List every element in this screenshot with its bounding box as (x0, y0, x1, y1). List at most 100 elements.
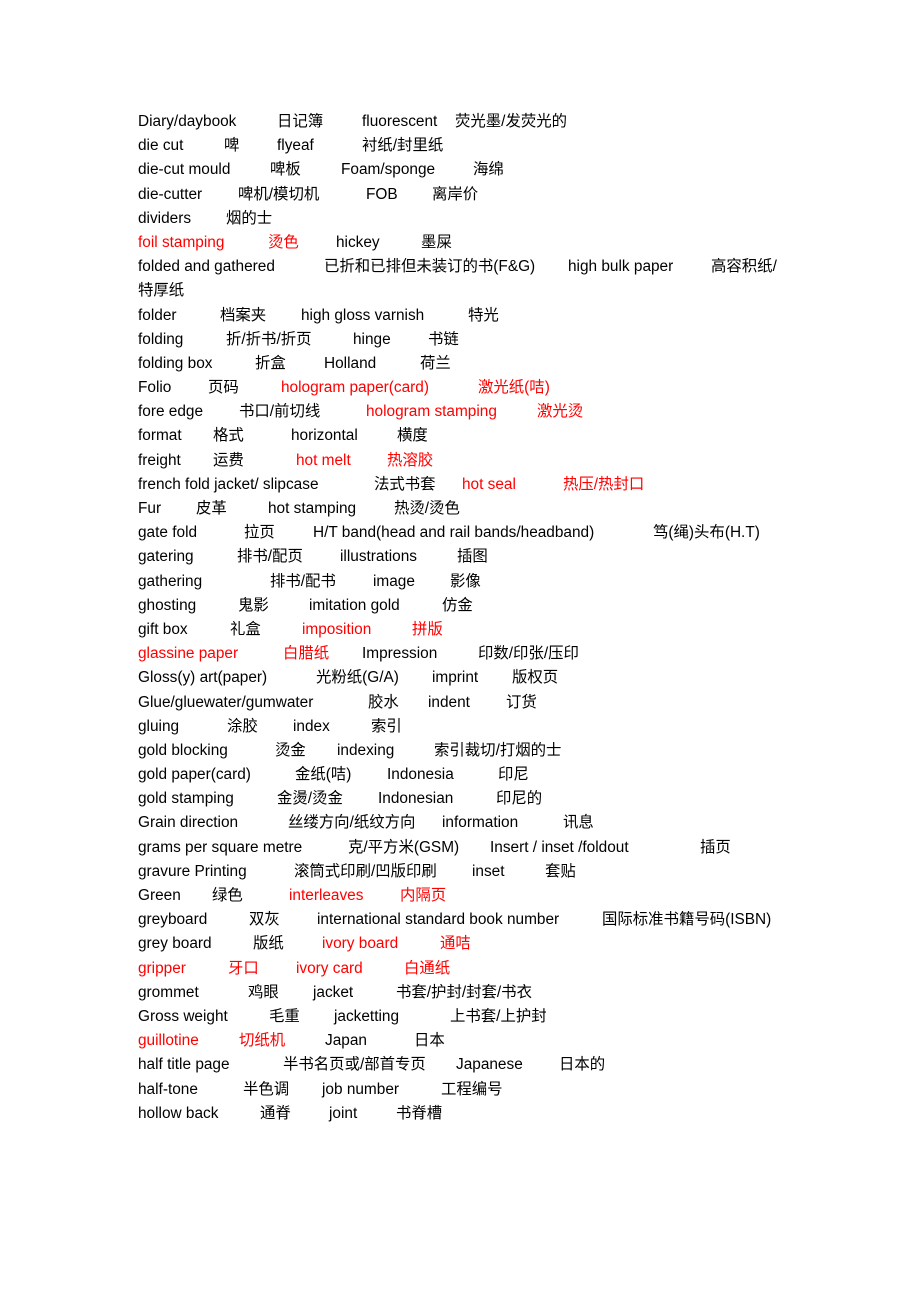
glossary-line: gift box 礼盒 imposition 拼版 (0, 618, 920, 642)
glossary-term: glassine paper (138, 645, 239, 663)
glossary-term: 通脊 (260, 1104, 291, 1122)
glossary-term: indexing (337, 741, 395, 759)
glossary-term: 笃(绳)头布(H.T) (653, 524, 760, 542)
glossary-term: hickey (336, 233, 380, 251)
glossary-term: 激光烫 (537, 403, 584, 421)
glossary-term: gate fold (138, 524, 198, 542)
glossary-line: half title page 半书名页或/部首专页 Japanese 日本的 (0, 1053, 920, 1077)
glossary-term: folded and gathered (138, 258, 275, 276)
glossary-term: 版纸 (253, 935, 284, 953)
glossary-term: grey board (138, 935, 212, 953)
glossary-term: 鸡眼 (248, 983, 279, 1001)
glossary-term: Japan (325, 1032, 367, 1050)
glossary-line: ghosting 鬼影 imitation gold 仿金 (0, 594, 920, 618)
glossary-term: die cut (138, 137, 184, 155)
glossary-term: 烟的士 (226, 209, 273, 227)
glossary-term: Impression (362, 645, 438, 663)
glossary-term: Folio (138, 379, 172, 397)
glossary-term: 书脊槽 (396, 1104, 443, 1122)
glossary-term: 荧光墨/发荧光的 (455, 113, 568, 130)
glossary-line: gravure Printing 滚筒式印刷/凹版印刷 inset 套贴 (0, 860, 920, 884)
glossary-term: gold paper(card) (138, 766, 251, 784)
glossary-term: 书链 (428, 330, 459, 348)
glossary-line: grey board 版纸 ivory board 通咭 (0, 932, 920, 956)
glossary-term: job number (322, 1080, 399, 1098)
glossary-term: 书口/前切线 (239, 403, 321, 421)
glossary-term: 印数/印张/压印 (478, 645, 579, 663)
glossary-term: gold stamping (138, 790, 234, 808)
glossary-line: die-cutter 啤机/模切机 FOB 离岸价 (0, 183, 920, 207)
glossary-body: Diary/daybook 日记簿 fluorescent 荧光墨/发荧光的 die c… (0, 110, 920, 1126)
glossary-line: Glue/gluewater/gumwater 胶水 indent 订货 (0, 691, 920, 715)
glossary-term: illustrations (340, 548, 417, 566)
glossary-line: dividers 烟的士 (0, 207, 920, 231)
glossary-term: 毛重 (269, 1007, 300, 1025)
glossary-term: index (293, 717, 330, 735)
glossary-term: 插图 (457, 548, 488, 566)
glossary-line: gluing 涂胶 index 索引 (0, 715, 920, 739)
glossary-term: 离岸价 (432, 185, 479, 203)
glossary-line: guillotine 切纸机 Japan 日本 (0, 1029, 920, 1053)
glossary-term: flyeaf (277, 137, 314, 155)
glossary-term: 绿色 (212, 887, 243, 904)
glossary-line: greyboard 双灰 international standard book n… (0, 908, 920, 932)
glossary-term: 讯息 (563, 814, 594, 832)
glossary-term: 金纸(咭) (295, 766, 352, 784)
glossary-term: 热烫/烫色 (394, 500, 460, 517)
glossary-term: gatering (138, 548, 194, 566)
glossary-term: 印尼的 (496, 790, 543, 808)
glossary-term: gift box (138, 620, 188, 638)
glossary-term: die-cutter (138, 185, 203, 203)
document-page: Diary/daybook 日记簿 fluorescent 荧光墨/发荧光的 die c… (0, 0, 920, 1302)
glossary-line: Folio 页码 hologram paper(card) 激光纸(咭) (0, 376, 920, 400)
glossary-term: 滚筒式印刷/凹版印刷 (294, 862, 437, 880)
glossary-term: gold blocking (138, 741, 228, 759)
glossary-line: hollow back 通脊 joint 书脊槽 (0, 1102, 920, 1126)
glossary-term: 光粉纸(G/A) (316, 669, 399, 687)
glossary-term: Gloss(y) art(paper) (138, 669, 268, 687)
glossary-term: indent (428, 693, 470, 711)
glossary-term: gluing (138, 717, 180, 735)
glossary-term: 丝缕方向/纸纹方向 (288, 814, 416, 832)
glossary-term: 页码 (208, 379, 239, 397)
glossary-term: fluorescent (362, 113, 438, 130)
glossary-term: 索引 (371, 717, 402, 735)
glossary-term: 啤板 (270, 161, 301, 179)
glossary-term: 排书/配书 (270, 572, 336, 590)
glossary-term: Indonesia (387, 766, 454, 784)
glossary-term: guillotine (138, 1032, 199, 1050)
glossary-line: 特厚纸 (0, 279, 920, 303)
glossary-term: 烫色 (268, 233, 299, 251)
glossary-term: 已折和已排但未装订的书(F&G) (324, 258, 536, 276)
glossary-term: 特厚纸 (138, 282, 185, 300)
glossary-term: FOB (366, 185, 398, 203)
glossary-term: imprint (432, 669, 479, 687)
glossary-line: grommet 鸡眼 jacket 书套/护封/封套/书衣 (0, 981, 920, 1005)
glossary-term: 内隔页 (400, 887, 447, 904)
glossary-line: Gross weight 毛重 jacketting 上书套/上护封 (0, 1005, 920, 1029)
glossary-line: Green 绿色 interleaves 内隔页 (0, 884, 920, 908)
glossary-term: 半书名页或/部首专页 (283, 1056, 426, 1074)
glossary-term: 激光纸(咭) (478, 379, 550, 397)
glossary-line: gold blocking 烫金 indexing 索引裁切/打烟的士 (0, 739, 920, 763)
glossary-term: 海绵 (473, 161, 504, 179)
glossary-line: folded and gathered 已折和已排但未装订的书(F&G) high … (0, 255, 920, 279)
glossary-term: grams per square metre (138, 838, 303, 856)
glossary-term: gripper (138, 959, 186, 977)
glossary-term: 国际标准书籍号码(ISBN) (602, 911, 772, 929)
glossary-term: 上书套/上护封 (450, 1007, 547, 1025)
glossary-term: Holland (324, 354, 377, 372)
glossary-term: folding (138, 330, 184, 348)
glossary-line: Grain direction 丝缕方向/纸纹方向 information 讯息 (0, 811, 920, 835)
glossary-term: 档案夹 (220, 306, 267, 324)
glossary-line: half-tone 半色调 job number 工程编号 (0, 1078, 920, 1102)
glossary-term: dividers (138, 209, 192, 227)
glossary-line: gate fold 拉页 H/T band(head and rail bands/… (0, 521, 920, 545)
glossary-line: Gloss(y) art(paper) 光粉纸(G/A) imprint 版权页 (0, 666, 920, 690)
glossary-term: french fold jacket/ slipcase (138, 475, 319, 493)
glossary-term: 鬼影 (238, 596, 269, 614)
glossary-term: folding box (138, 354, 213, 372)
glossary-line: gripper 牙口 ivory card 白通纸 (0, 957, 920, 981)
glossary-term: 书套/护封/封套/书衣 (396, 983, 532, 1001)
glossary-term: format (138, 427, 182, 445)
